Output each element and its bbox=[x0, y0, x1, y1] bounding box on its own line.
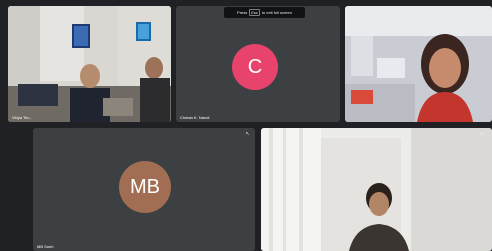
avatar: C bbox=[232, 44, 278, 90]
pin-icon[interactable]: ● bbox=[479, 132, 484, 137]
participant-tile-chetan[interactable]: C Chetan K. Nandi bbox=[176, 6, 340, 122]
participant-tile-mb[interactable]: MB ↖ MB Sonh bbox=[33, 128, 255, 251]
avatar: MB bbox=[119, 161, 171, 213]
participant-name: Vidya Tev... bbox=[12, 115, 33, 120]
fullscreen-hint-suffix: to exit full screen bbox=[261, 10, 292, 15]
participant-name: Chetan K. Nandi bbox=[180, 115, 210, 120]
fullscreen-hint-prefix: Press bbox=[237, 10, 248, 15]
participant-video bbox=[8, 6, 171, 122]
fullscreen-hint-key: Esc bbox=[249, 9, 260, 16]
pin-icon[interactable]: ↖ bbox=[245, 132, 250, 137]
fullscreen-hint: Press Esc to exit full screen bbox=[224, 7, 305, 18]
participant-video bbox=[345, 6, 492, 122]
participant-name: MB Sonh bbox=[37, 244, 54, 249]
participant-video bbox=[261, 128, 492, 251]
participant-tile-man[interactable]: ● bbox=[261, 128, 492, 251]
participant-tile-vidya[interactable]: Vidya Tev... bbox=[8, 6, 171, 122]
participant-tile-woman[interactable] bbox=[345, 6, 492, 122]
